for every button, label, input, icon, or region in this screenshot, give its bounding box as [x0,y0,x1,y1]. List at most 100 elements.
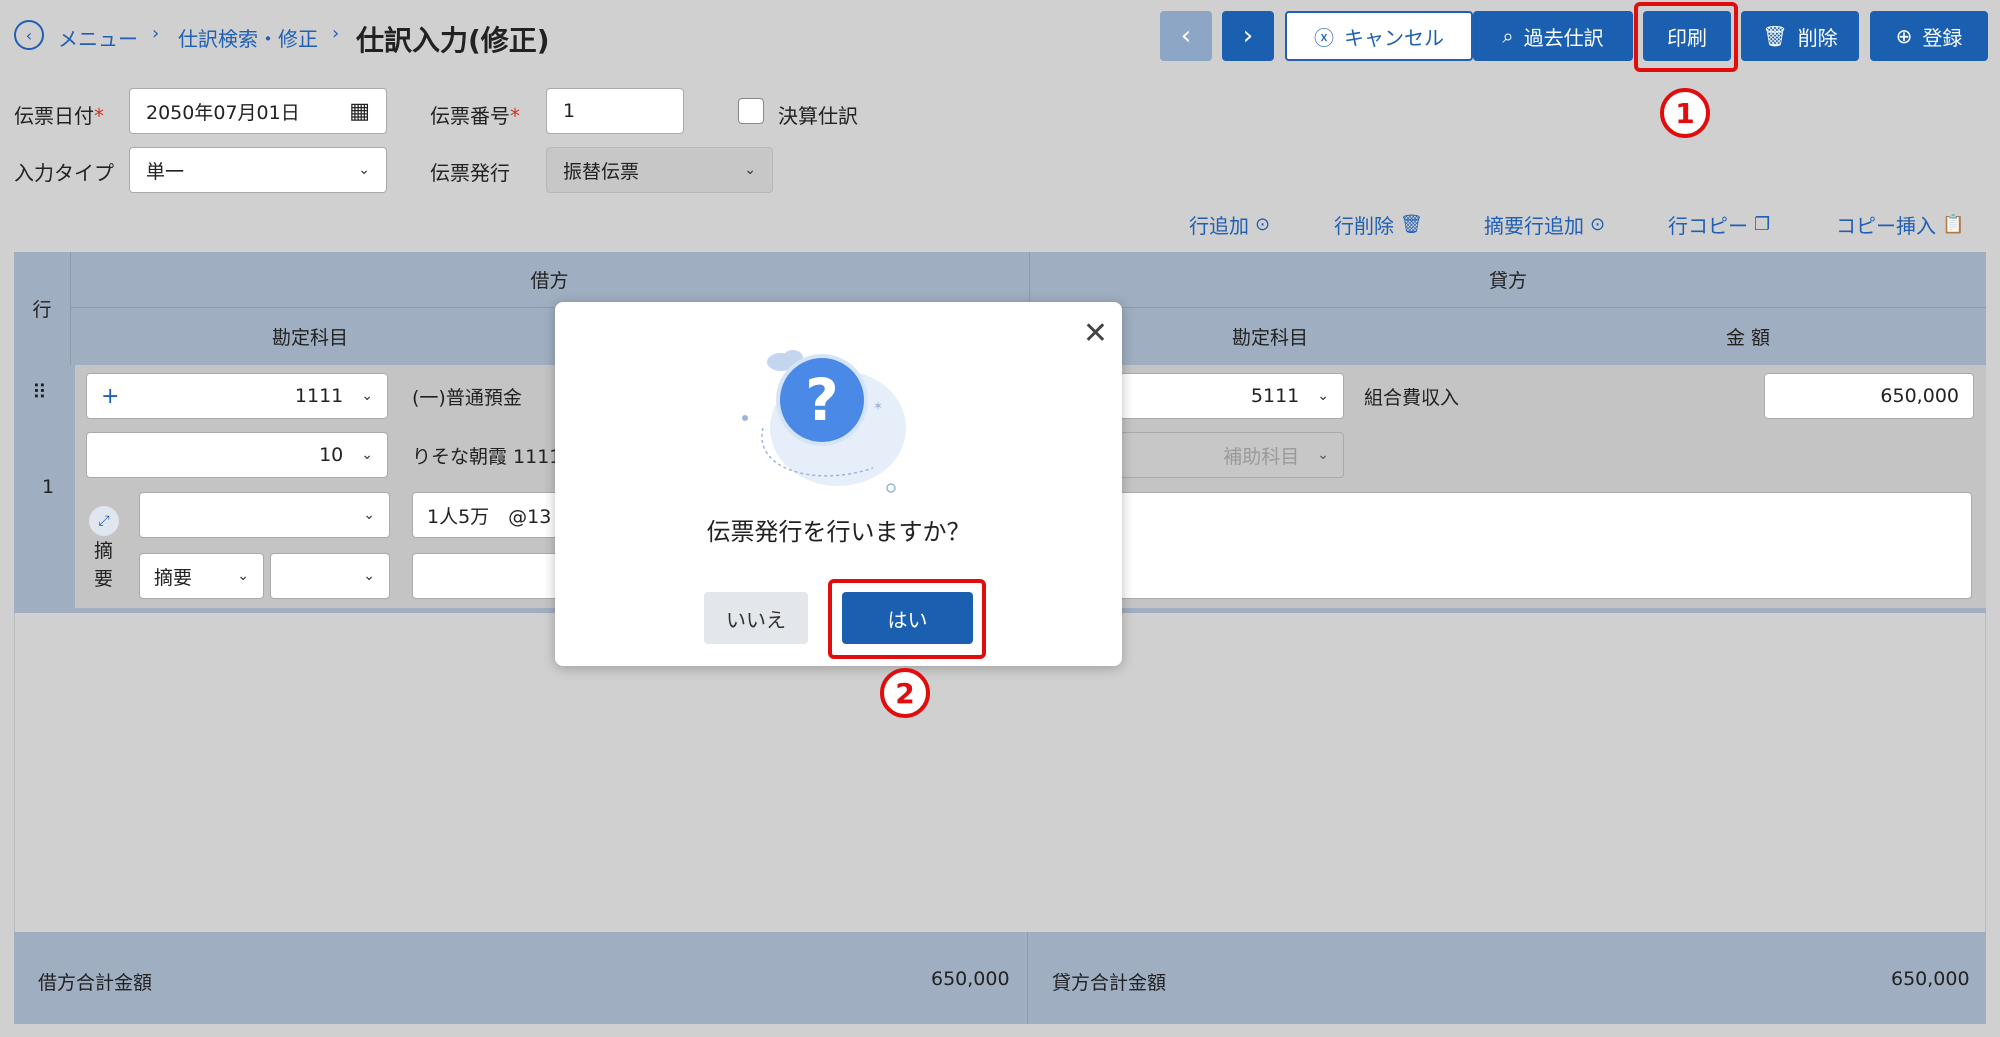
next-button[interactable]: › [1222,11,1274,61]
add-summary-row-label: 摘要行追加 [1484,214,1584,238]
closing-label: 決算仕訳 [778,104,858,128]
no-button[interactable]: いいえ [704,592,808,644]
row-number: 1 [42,476,55,498]
copy-insert-label: コピー挿入 [1836,214,1936,238]
credit-amount-input[interactable]: 650,000 [1764,373,1974,419]
chevron-down-icon: ⌄ [237,568,249,584]
summary-extra-select[interactable]: ⌄ [270,553,390,599]
credit-amount: 650,000 [1880,385,1959,407]
chevron-down-icon: ⌄ [358,162,370,178]
breadcrumb-separator-icon: › [332,23,340,44]
copy-row-label: 行コピー [1668,214,1748,238]
number-label: 伝票番号* [430,104,520,128]
page-title: 仕訳入力(修正) [356,24,550,57]
chevron-right-icon: › [1242,21,1254,51]
credit-summary-input[interactable] [1110,492,1972,599]
cancel-circle-icon: ⓧ [1314,25,1334,50]
copy-row-button[interactable]: 行コピー ❐ [1668,210,1770,239]
chevron-down-icon: ⌄ [1317,447,1329,463]
credit-sub-account-select[interactable]: 補助科目 ⌄ [1110,432,1344,478]
delete-label: 削除 [1797,25,1838,50]
input-type-label: 入力タイプ [14,161,114,185]
question-illustration-icon: ✶ ? [742,350,906,493]
chevron-circle-icon: ⊙ [1590,214,1606,235]
chevron-down-icon: ⌄ [361,388,373,404]
debit-sub-code: 10 [319,444,344,466]
debit-account-name: (一)普通預金 [412,387,522,409]
debit-account-select[interactable]: + 1111 ⌄ [86,373,388,419]
input-type-value: 単一 [146,160,185,183]
breadcrumb-separator-icon: › [152,23,160,44]
credit-account-select[interactable]: 5111 ⌄ [1110,373,1344,419]
prev-button[interactable]: ‹ [1160,11,1212,61]
chevron-circle-icon: ⊙ [1255,214,1271,235]
credit-amount-header: 金 額 [1725,326,1771,349]
summary-label-1: 摘 [94,540,114,562]
debit-account-header: 勘定科目 [271,326,348,349]
plus-icon[interactable]: + [101,384,119,409]
expand-icon[interactable]: ⤢ [89,506,119,536]
delete-row-label: 行削除 [1334,214,1394,238]
chevron-down-icon: ⌄ [361,447,373,463]
search-icon: ⌕ [1502,24,1514,48]
debit-sub-account-name: りそな朝霞 1111 [412,446,562,468]
input-type-select[interactable]: 単一 ⌄ [129,147,387,193]
svg-text:✶: ✶ [873,399,883,413]
summary-type-value: 摘要 [154,566,193,589]
credit-total-label: 貸方合計金額 [1052,972,1167,994]
credit-total: 650,000 [1891,968,1970,990]
close-icon[interactable]: ✕ [1083,316,1108,351]
cancel-label: キャンセル [1344,25,1444,50]
register-button[interactable]: ⊕ 登録 [1870,11,1988,61]
print-highlight [1634,2,1738,72]
number-field[interactable]: 1 [546,88,684,134]
number-value: 1 [563,100,576,122]
divider [1027,932,1028,1024]
date-field[interactable]: 2050年07月01日 ▦ [129,88,387,134]
credit-header: 貸方 [1488,270,1527,292]
add-summary-row-button[interactable]: 摘要行追加 ⊙ [1484,210,1605,239]
date-value: 2050年07月01日 [146,101,300,124]
add-row-label: 行追加 [1189,214,1249,238]
trash-icon: 🗑 [1400,214,1423,235]
summary-type-select[interactable]: 摘要 ⌄ [139,553,264,599]
register-label: 登録 [1922,25,1963,50]
cancel-button[interactable]: ⓧ キャンセル [1285,11,1473,61]
step-marker-1: 1 [1660,88,1710,138]
chevron-down-icon: ⌄ [744,162,756,178]
chevron-down-icon: ⌄ [1317,388,1329,404]
delete-button[interactable]: 🗑 削除 [1741,11,1859,61]
yes-highlight [828,579,986,659]
summary-code-select[interactable]: ⌄ [139,492,390,538]
past-journal-button[interactable]: ⌕ 過去仕訳 [1473,11,1633,61]
copy-insert-button[interactable]: コピー挿入 📋 [1836,210,1964,239]
credit-account-name: 組合費収入 [1364,387,1460,409]
add-row-button[interactable]: 行追加 ⊙ [1189,210,1270,239]
debit-code: 1111 [294,385,344,407]
delete-row-button[interactable]: 行削除 🗑 [1334,210,1423,239]
row-header: 行 [32,299,52,321]
chevron-down-icon: ⌄ [363,507,375,523]
issue-select[interactable]: 振替伝票 ⌄ [546,147,773,193]
summary-text: 1人5万 @13 [427,505,552,528]
chevron-down-icon: ⌄ [363,568,375,584]
back-icon[interactable]: ‹ [14,20,44,50]
debit-total: 650,000 [931,968,1010,990]
summary-label-2: 要 [94,568,114,590]
date-label: 伝票日付* [14,104,104,128]
debit-header: 借方 [530,270,569,292]
trash-icon: 🗑 [1762,24,1788,48]
closing-checkbox[interactable] [738,98,764,124]
breadcrumb-menu[interactable]: メニュー [58,23,138,52]
breadcrumb-journal-search[interactable]: 仕訳検索・修正 [178,23,318,52]
svg-text:?: ? [805,366,839,434]
dialog-question: 伝票発行を行いますか？ [706,518,971,546]
past-journal-label: 過去仕訳 [1523,25,1604,50]
plus-circle-icon: ⊕ [1895,24,1913,48]
debit-sub-account-select[interactable]: 10 ⌄ [86,432,388,478]
calendar-icon[interactable]: ▦ [349,99,370,124]
debit-total-label: 借方合計金額 [38,972,153,994]
step-marker-2: 2 [880,668,930,718]
copy-icon: ❐ [1754,214,1771,235]
drag-handle-icon[interactable]: ⠿ [32,380,47,404]
